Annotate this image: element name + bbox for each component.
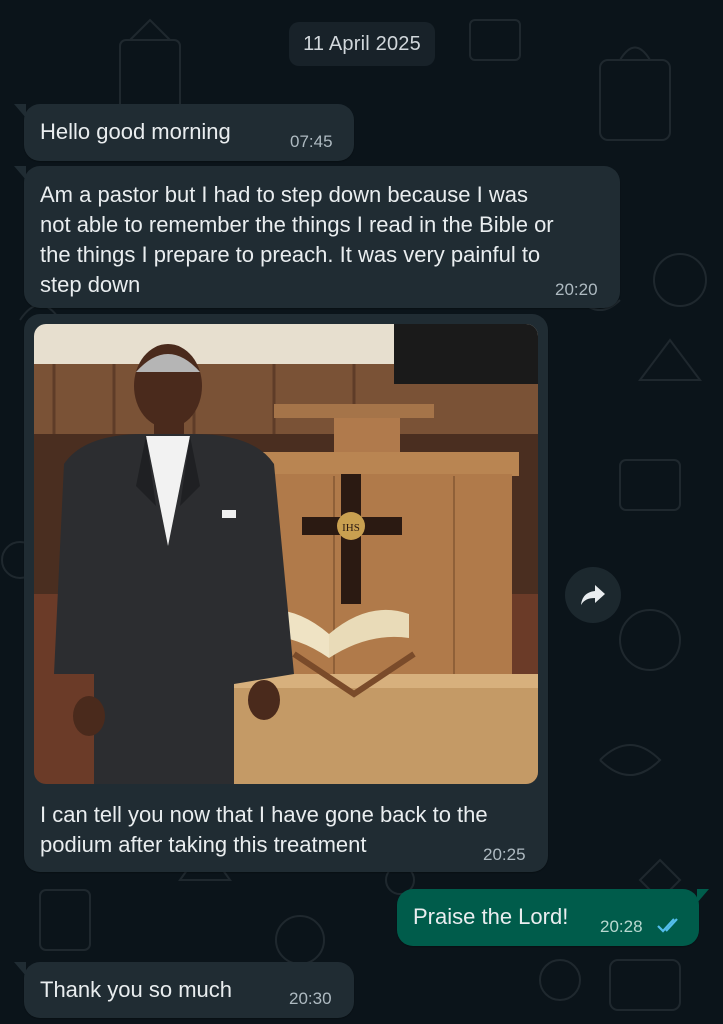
message-text: Hello good morning — [40, 119, 231, 144]
incoming-message[interactable]: Hello good morning 07:45 — [14, 104, 354, 161]
message-text: Am a pastor but I had to step down becau… — [40, 182, 554, 297]
double-check-icon — [657, 918, 678, 933]
message-time: 20:25 — [483, 845, 526, 864]
cross-emblem-text: IHS — [342, 522, 360, 534]
message-caption: I can tell you now that I have gone back… — [40, 802, 488, 857]
incoming-message[interactable]: Thank you so much 20:30 — [14, 962, 354, 1018]
incoming-image-message[interactable]: IHS I can tell you now that I have gone … — [24, 314, 548, 872]
message-text: Praise the Lord! — [413, 904, 569, 929]
message-time: 20:28 — [600, 917, 643, 936]
forward-button[interactable] — [565, 567, 621, 623]
message-photo[interactable]: IHS — [34, 324, 538, 784]
date-separator: 11 April 2025 — [289, 22, 435, 66]
message-time: 20:20 — [555, 280, 598, 299]
message-text: Thank you so much — [40, 977, 232, 1002]
incoming-message[interactable]: Am a pastor but I had to step down becau… — [14, 166, 620, 308]
pastor-photo: IHS — [34, 324, 538, 784]
message-time: 07:45 — [290, 132, 333, 151]
outgoing-message[interactable]: Praise the Lord! 20:28 — [397, 889, 709, 946]
message-time: 20:30 — [289, 989, 332, 1008]
forward-arrow-icon — [581, 585, 605, 605]
